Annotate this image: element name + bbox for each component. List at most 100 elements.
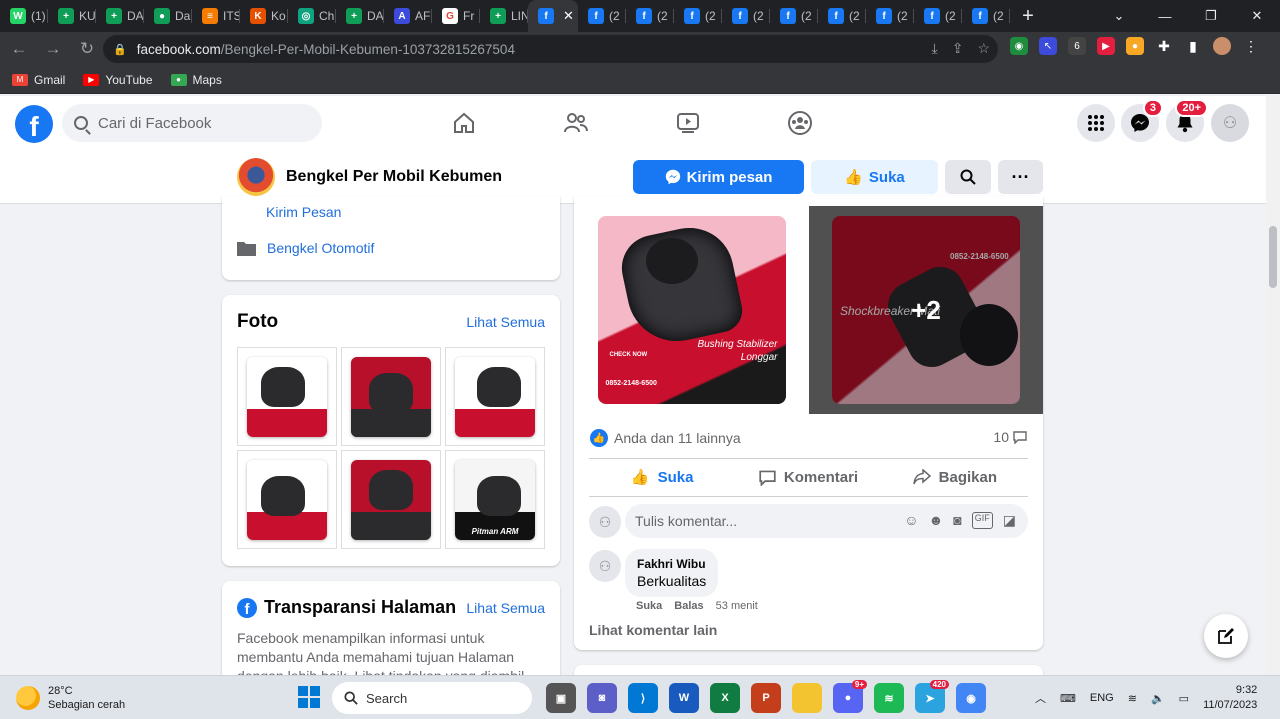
bookmark-star-icon[interactable]: ☆ xyxy=(977,40,990,57)
transparency-see-all-link[interactable]: Lihat Semua xyxy=(466,600,545,616)
browser-tab[interactable]: f (2 xyxy=(578,0,626,32)
browser-tab[interactable]: f (2 xyxy=(818,0,866,32)
chrome-menu-icon[interactable]: ⋮ xyxy=(1242,37,1260,55)
watch-nav-icon[interactable] xyxy=(675,110,701,136)
avatar-sticker-icon[interactable]: ☺ xyxy=(904,512,918,529)
tab-search-icon[interactable]: ⌄ xyxy=(1096,0,1142,32)
category-link[interactable]: Bengkel Otomotif xyxy=(267,240,374,256)
post-share-button[interactable]: Bagikan xyxy=(882,460,1028,494)
start-button[interactable] xyxy=(298,686,320,708)
comment-author[interactable]: Fakhri Wibu xyxy=(637,557,706,571)
extension-video-icon[interactable]: ▶ xyxy=(1097,37,1115,55)
photo-thumbnail[interactable] xyxy=(341,347,441,446)
page-avatar[interactable] xyxy=(237,158,275,196)
install-app-icon[interactable]: ⤓ xyxy=(932,40,938,57)
photo-thumbnail[interactable] xyxy=(237,347,337,446)
new-tab-button[interactable]: + xyxy=(1010,5,1046,28)
friends-nav-icon[interactable] xyxy=(563,110,589,136)
browser-tab[interactable]: f (2 xyxy=(626,0,674,32)
browser-tab[interactable]: + LIN xyxy=(480,0,528,32)
comment-count[interactable]: 10 xyxy=(993,429,1027,445)
keyboard-icon[interactable]: ⌨ xyxy=(1060,692,1076,705)
file-explorer-app[interactable] xyxy=(792,683,822,713)
messenger-button[interactable]: 3 xyxy=(1121,99,1163,142)
close-tab-icon[interactable]: ✕ xyxy=(563,8,574,24)
more-photos-overlay[interactable]: +2 xyxy=(809,206,1043,414)
back-button[interactable]: ← xyxy=(4,34,34,64)
browser-tab[interactable]: ● Da xyxy=(144,0,192,32)
side-panel-icon[interactable]: ▮ xyxy=(1184,37,1202,55)
vscode-app[interactable]: ⟩ xyxy=(628,683,658,713)
camera-icon[interactable]: ◙ xyxy=(953,512,961,529)
close-window-button[interactable]: ✕ xyxy=(1234,0,1280,32)
emoji-icon[interactable]: ☻ xyxy=(929,512,944,529)
minimize-button[interactable]: — xyxy=(1142,0,1188,32)
browser-tab[interactable]: + DA xyxy=(336,0,384,32)
photo-thumbnail[interactable] xyxy=(341,450,441,549)
browser-tab[interactable]: f (2 xyxy=(962,0,1010,32)
extension-eye-icon[interactable]: ◉ xyxy=(1010,37,1028,55)
comment-reply-link[interactable]: Balas xyxy=(674,600,703,612)
groups-nav-icon[interactable] xyxy=(787,110,813,136)
post-image-2[interactable]: Shockbreaker Mati 0852-2148-6500 +2 xyxy=(809,206,1043,414)
comment-input[interactable]: Tulis komentar... ☺ ☻ ◙ GIF ◪ xyxy=(625,504,1028,538)
intro-send-message-link[interactable]: Kirim Pesan xyxy=(266,204,341,220)
speaker-icon[interactable]: 🔈 xyxy=(1151,692,1165,705)
browser-tab[interactable]: f (2 xyxy=(866,0,914,32)
browser-tab[interactable]: + KU xyxy=(48,0,96,32)
browser-tab[interactable]: + DA xyxy=(96,0,144,32)
powerpoint-app[interactable]: P xyxy=(751,683,781,713)
bookmark-gmail[interactable]: M Gmail xyxy=(12,73,65,87)
commenter-avatar[interactable]: ⚇ xyxy=(589,550,621,582)
excel-app[interactable]: X xyxy=(710,683,740,713)
comment-time[interactable]: 53 menit xyxy=(716,600,758,612)
page-search-button[interactable] xyxy=(945,160,991,194)
new-message-button[interactable] xyxy=(1204,614,1248,658)
discord-app[interactable]: ● 9+ xyxy=(833,680,867,713)
reload-button[interactable]: ↻ xyxy=(72,34,102,64)
home-nav-icon[interactable] xyxy=(451,110,477,136)
browser-tab[interactable]: ≡ ITS xyxy=(192,0,240,32)
reaction-summary[interactable]: 👍 Anda dan 11 lainnya xyxy=(590,429,741,447)
extensions-puzzle-icon[interactable]: ✚ xyxy=(1155,37,1173,55)
browser-tab[interactable]: K Ko xyxy=(240,0,288,32)
browser-tab[interactable]: f (2 xyxy=(722,0,770,32)
sticker-icon[interactable]: ◪ xyxy=(1003,512,1016,529)
extension-cursor-icon[interactable]: ↖ xyxy=(1039,37,1057,55)
profile-avatar[interactable] xyxy=(1213,37,1231,55)
lock-icon[interactable]: 🔒 xyxy=(113,43,127,56)
weather-widget[interactable]: 28°C Sebagian cerah xyxy=(16,684,125,712)
post-like-button[interactable]: 👍 Suka xyxy=(589,460,735,494)
teams-app[interactable]: ◙ xyxy=(587,683,617,713)
extension-pet-icon[interactable]: ● xyxy=(1126,37,1144,55)
language-indicator[interactable]: ENG xyxy=(1090,692,1114,704)
clock[interactable]: 9:32 11/07/2023 xyxy=(1203,683,1257,713)
wifi-icon[interactable]: ≋ xyxy=(1128,692,1137,705)
bookmark-maps[interactable]: ● Maps xyxy=(170,73,222,87)
task-view-app[interactable]: ▣ xyxy=(546,683,576,713)
taskbar-search[interactable]: Search xyxy=(332,682,532,714)
tray-chevron-icon[interactable]: ︿ xyxy=(1035,690,1046,706)
account-avatar[interactable]: ⚇ xyxy=(1211,104,1249,142)
browser-tab[interactable]: f ✕ xyxy=(528,0,578,32)
restore-button[interactable]: ❐ xyxy=(1188,0,1234,32)
battery-icon[interactable]: ▭ xyxy=(1179,692,1189,705)
gif-icon[interactable]: GIF xyxy=(971,512,993,529)
photo-thumbnail[interactable] xyxy=(445,347,545,446)
telegram-app[interactable]: ➤ 420 xyxy=(915,680,949,713)
spotify-app[interactable]: ≋ xyxy=(874,683,904,713)
photos-see-all-link[interactable]: Lihat Semua xyxy=(466,314,545,330)
browser-tab[interactable]: f (2 xyxy=(674,0,722,32)
scrollbar-thumb[interactable] xyxy=(1269,226,1277,288)
extension-counter-icon[interactable]: 6 xyxy=(1068,37,1086,55)
bookmark-youtube[interactable]: ▶ YouTube xyxy=(83,73,153,87)
commenter-avatar-self[interactable]: ⚇ xyxy=(589,506,621,538)
browser-tab[interactable]: G Fr xyxy=(432,0,480,32)
photo-thumbnail[interactable] xyxy=(237,450,337,549)
send-message-button[interactable]: Kirim pesan xyxy=(633,160,804,194)
page-title[interactable]: Bengkel Per Mobil Kebumen xyxy=(286,168,502,186)
post-comment-button[interactable]: Komentari xyxy=(735,460,881,494)
page-scrollbar[interactable] xyxy=(1266,96,1280,675)
photo-thumbnail[interactable]: Pitman ARM xyxy=(445,450,545,549)
browser-tab[interactable]: W (1) xyxy=(0,0,48,32)
